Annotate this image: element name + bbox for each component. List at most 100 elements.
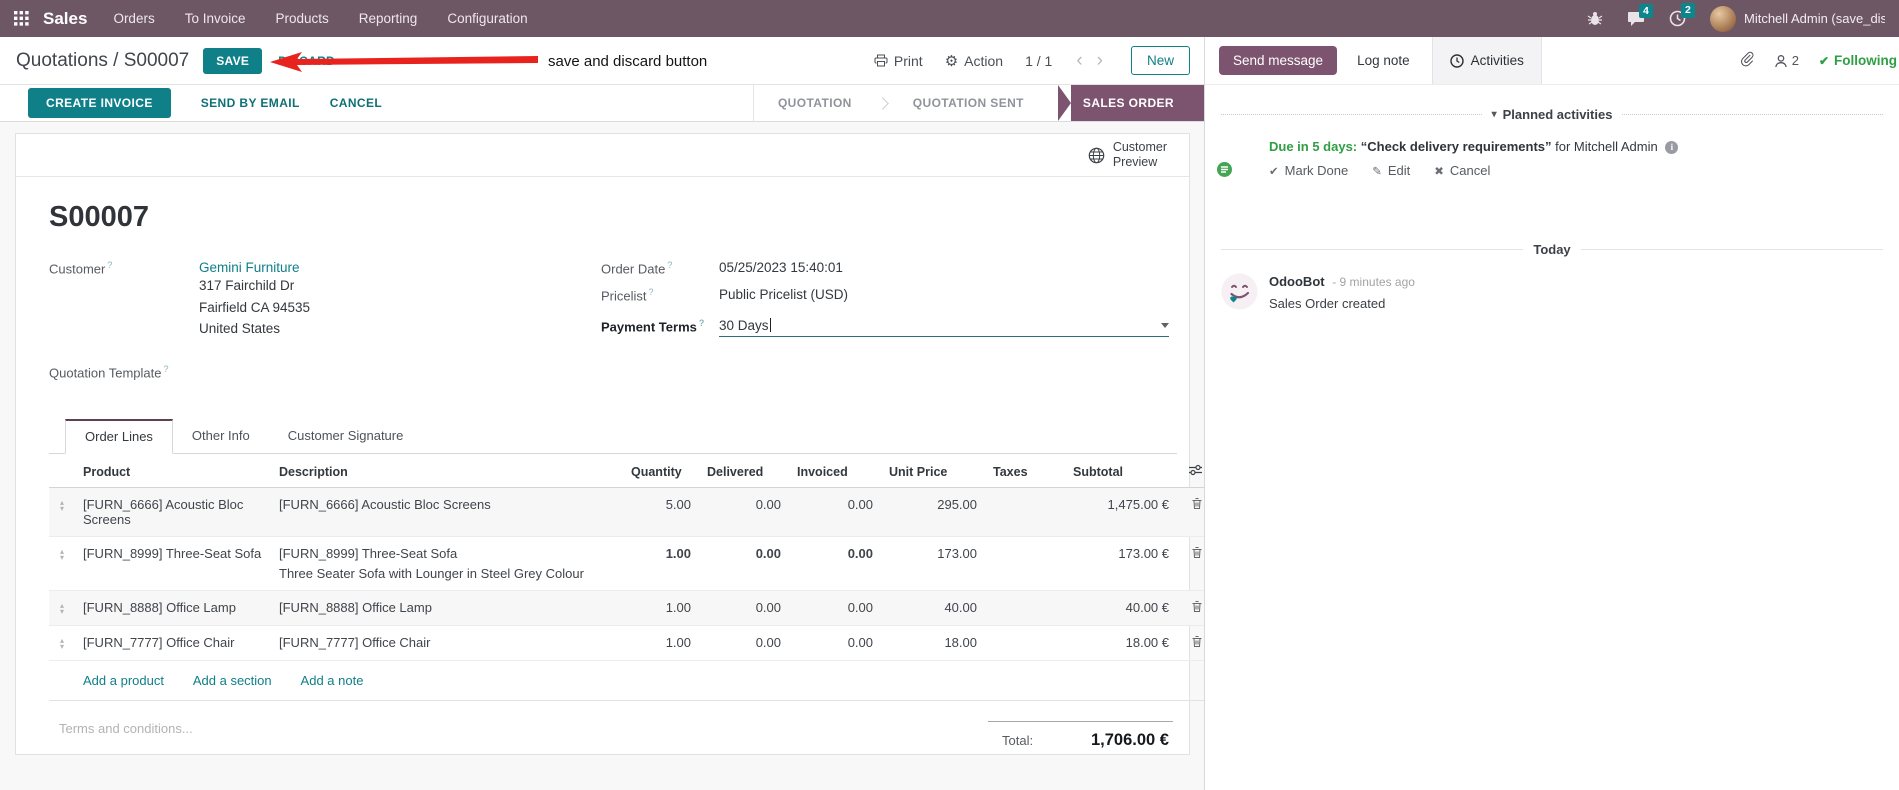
menu-reporting[interactable]: Reporting (359, 11, 418, 26)
cell-description[interactable]: [FURN_8999] Three-Seat Sofa Three Seater… (271, 536, 623, 592)
messages-count-badge[interactable]: 4 (1639, 3, 1653, 19)
delete-row-icon[interactable] (1191, 635, 1203, 651)
customer-preview-button[interactable]: Customer Preview (1088, 140, 1167, 170)
apps-grid-icon[interactable] (14, 11, 29, 26)
info-icon[interactable]: i (1665, 140, 1679, 154)
cell-taxes[interactable] (985, 590, 1065, 627)
cell-unit-price[interactable]: 40.00 (881, 590, 985, 627)
add-section-link[interactable]: Add a section (193, 673, 272, 688)
cell-invoiced[interactable]: 0.00 (789, 487, 881, 538)
payment-terms-input[interactable]: 30 Days (719, 318, 1169, 337)
table-row: ▴ ▾ [FURN_8888] Office Lamp [FURN_8888] O… (49, 590, 1211, 627)
send-by-email-button[interactable]: SEND BY EMAIL (201, 96, 300, 110)
cell-quantity[interactable]: 1.00 (623, 536, 699, 592)
col-subtotal: Subtotal (1065, 454, 1177, 489)
activities-clock-icon[interactable]: 2 (1669, 3, 1695, 27)
state-sales-order-label: SALES ORDER (1070, 85, 1204, 121)
cell-unit-price[interactable]: 295.00 (881, 487, 985, 538)
followers-button[interactable]: 2 (1774, 53, 1799, 68)
tab-order-lines[interactable]: Order Lines (65, 419, 173, 455)
following-button[interactable]: ✔ Following (1819, 53, 1897, 68)
log-note-button[interactable]: Log note (1357, 53, 1410, 68)
planned-activities-toggle[interactable]: ▾ Planned activities (1492, 107, 1613, 122)
cell-product[interactable]: [FURN_8888] Office Lamp (75, 590, 271, 627)
cell-product[interactable]: [FURN_8999] Three-Seat Sofa (75, 536, 271, 592)
activity-summary: “Check delivery requirements” (1360, 139, 1552, 154)
cell-description[interactable]: [FURN_6666] Acoustic Bloc Screens (271, 487, 623, 538)
delete-row-icon[interactable] (1191, 600, 1203, 616)
messages-icon[interactable]: 4 (1627, 3, 1653, 27)
cancel-activity-button[interactable]: ✖ Cancel (1434, 163, 1490, 178)
activity-item: Due in 5 days: “Check delivery requireme… (1205, 138, 1899, 179)
cancel-button[interactable]: CANCEL (330, 96, 382, 110)
pager-next-icon[interactable]: › (1095, 51, 1105, 70)
menu-to-invoice[interactable]: To Invoice (185, 11, 246, 26)
edit-activity-button[interactable]: ✎ Edit (1372, 163, 1410, 178)
cell-taxes[interactable] (985, 536, 1065, 592)
mark-done-button[interactable]: ✔ Mark Done (1269, 163, 1348, 178)
add-product-link[interactable]: Add a product (83, 673, 164, 688)
menu-products[interactable]: Products (276, 11, 329, 26)
status-widget: QUOTATION QUOTATION SENT SALES ORDER (752, 85, 1204, 121)
delete-row-icon[interactable] (1191, 546, 1203, 562)
new-button[interactable]: New (1130, 46, 1190, 75)
state-sales-order[interactable]: SALES ORDER (1057, 85, 1204, 121)
table-row: ▴ ▾ [FURN_6666] Acoustic Bloc Screens [FU… (49, 487, 1211, 538)
drag-handle-icon[interactable]: ▴ ▾ (57, 635, 67, 650)
state-quotation-sent[interactable]: QUOTATION SENT (889, 85, 1048, 121)
cell-quantity[interactable]: 5.00 (623, 487, 699, 538)
cell-description[interactable]: [FURN_8888] Office Lamp (271, 590, 623, 627)
action-label: Action (964, 52, 1004, 69)
activities-count-badge[interactable]: 2 (1681, 3, 1695, 18)
chevron-separator-icon (875, 96, 889, 110)
terms-and-conditions-placeholder[interactable]: Terms and conditions... (59, 721, 193, 750)
cell-taxes[interactable] (985, 625, 1065, 662)
tab-other-info[interactable]: Other Info (173, 419, 269, 453)
customer-link[interactable]: Gemini Furniture (199, 260, 300, 275)
cell-invoiced[interactable]: 0.00 (789, 625, 881, 662)
drag-handle-icon[interactable]: ▴ ▾ (57, 546, 67, 561)
delete-row-icon[interactable] (1191, 497, 1203, 513)
state-quotation[interactable]: QUOTATION (754, 85, 876, 121)
save-button[interactable]: SAVE (203, 47, 263, 74)
send-message-button[interactable]: Send message (1219, 46, 1338, 75)
cell-delivered[interactable]: 0.00 (699, 625, 789, 662)
pager-prev-icon[interactable]: ‹ (1074, 51, 1084, 70)
cell-invoiced[interactable]: 0.00 (789, 536, 881, 592)
activities-button[interactable]: Activities (1431, 37, 1542, 84)
cell-delivered[interactable]: 0.00 (699, 487, 789, 538)
cell-unit-price[interactable]: 173.00 (881, 536, 985, 592)
menu-configuration[interactable]: Configuration (447, 11, 527, 26)
today-label: Today (1533, 242, 1571, 257)
breadcrumb[interactable]: Quotations / S00007 (16, 50, 189, 72)
cell-description[interactable]: [FURN_7777] Office Chair (271, 625, 623, 662)
cell-delivered[interactable]: 0.00 (699, 590, 789, 627)
action-button[interactable]: ⚙ Action (945, 52, 1003, 70)
cell-invoiced[interactable]: 0.00 (789, 590, 881, 627)
tab-customer-signature[interactable]: Customer Signature (269, 419, 423, 453)
app-name[interactable]: Sales (43, 9, 87, 29)
chatter-message: OdooBot - 9 minutes ago Sales Order crea… (1205, 273, 1899, 311)
cell-unit-price[interactable]: 18.00 (881, 625, 985, 662)
attach-files-button[interactable] (1739, 50, 1754, 72)
order-date-field[interactable]: 05/25/2023 15:40:01 (719, 260, 843, 276)
cell-subtotal: 173.00 € (1065, 536, 1177, 592)
drag-handle-icon[interactable]: ▴ ▾ (57, 600, 67, 615)
form-view-area: Customer Preview S00007 Customer? Gemini… (0, 122, 1211, 790)
print-button[interactable]: Print (874, 53, 923, 69)
cell-delivered[interactable]: 0.00 (699, 536, 789, 592)
menu-orders[interactable]: Orders (113, 11, 154, 26)
user-menu[interactable]: Mitchell Admin (save_discar (1710, 5, 1885, 32)
cell-quantity[interactable]: 1.00 (623, 590, 699, 627)
pricelist-field[interactable]: Public Pricelist (USD) (719, 287, 848, 303)
cell-product[interactable]: [FURN_7777] Office Chair (75, 625, 271, 662)
create-invoice-button[interactable]: CREATE INVOICE (28, 88, 171, 118)
drag-handle-icon[interactable]: ▴ ▾ (57, 497, 67, 512)
add-note-link[interactable]: Add a note (301, 673, 364, 688)
table-row: ▴ ▾ [FURN_7777] Office Chair [FURN_7777] … (49, 625, 1211, 662)
table-row: ▴ ▾ [FURN_8999] Three-Seat Sofa [FURN_899… (49, 536, 1211, 592)
cell-product[interactable]: [FURN_6666] Acoustic Bloc Screens (75, 487, 271, 538)
debug-bug-icon[interactable] (1587, 11, 1603, 26)
cell-quantity[interactable]: 1.00 (623, 625, 699, 662)
cell-taxes[interactable] (985, 487, 1065, 538)
